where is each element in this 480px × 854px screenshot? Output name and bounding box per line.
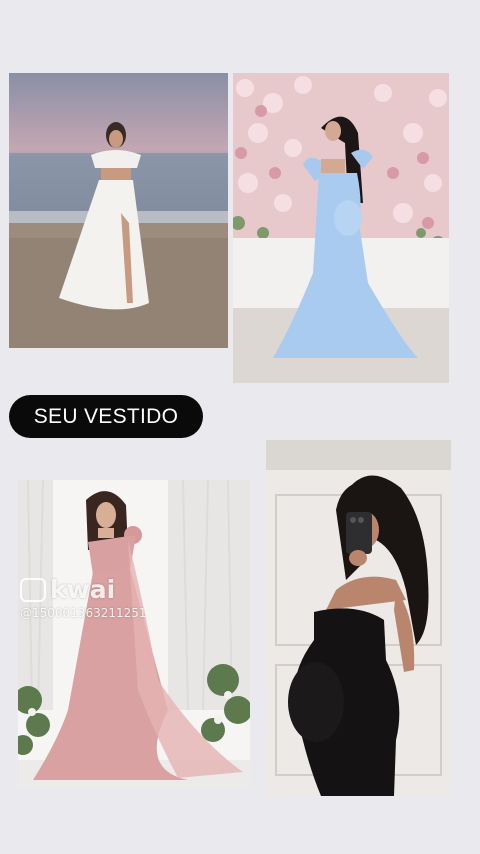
kwai-brand: kwai: [20, 575, 147, 604]
kwai-logo-icon: [20, 577, 46, 602]
black-bodycon-mirror-selfie-photo: [266, 440, 451, 796]
pink-one-shoulder-gown-photo: [18, 480, 250, 788]
kwai-handle: @150001363211251: [20, 606, 147, 620]
white-beach-dress-photo: [9, 73, 228, 348]
blue-tulle-maternity-photo: [233, 73, 449, 383]
kwai-brand-text: kwai: [50, 575, 116, 604]
label-text: SEU VESTIDO: [33, 404, 179, 428]
seu-vestido-label: SEU VESTIDO: [9, 395, 203, 438]
kwai-watermark: kwai @150001363211251: [20, 575, 147, 620]
